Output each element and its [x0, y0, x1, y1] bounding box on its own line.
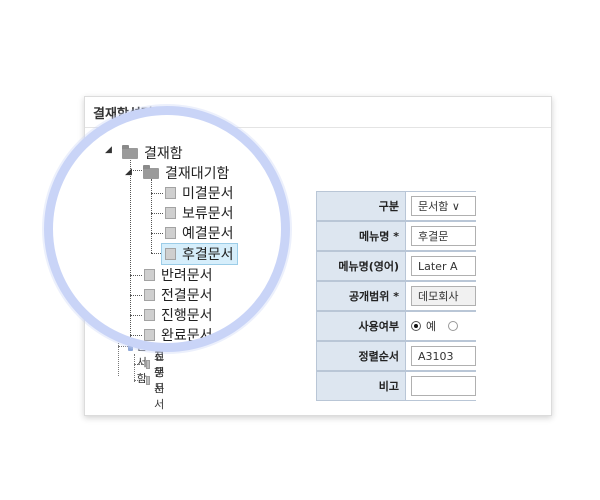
scope-input[interactable]: 데모회사 [411, 286, 476, 306]
document-icon [144, 269, 155, 281]
document-icon [144, 309, 155, 321]
document-icon [165, 227, 176, 239]
document-icon [144, 289, 155, 301]
tree-label: 보류문서 [182, 206, 234, 222]
tree-label: 완료문서 [161, 328, 213, 344]
label-menu-name: 메뉴명 * [316, 221, 406, 251]
tree-label: 전결문서 [161, 288, 213, 304]
document-icon [144, 329, 155, 341]
document-icon [165, 207, 176, 219]
tree-label: 예결문서 [182, 226, 234, 242]
use-radio-group: 예 [411, 318, 463, 334]
tree-label: 미결문서 [182, 186, 234, 202]
tree-node-pre-approval[interactable]: 예결문서 [165, 223, 234, 243]
form-row-menu-name: 메뉴명 * 후결문 [316, 221, 476, 251]
menu-name-en-input[interactable]: Later A [411, 256, 476, 276]
use-no-radio[interactable] [448, 321, 459, 331]
label-note: 비고 [316, 371, 406, 401]
label-type: 구분 [316, 191, 406, 221]
tree-label: 후결문서 [182, 247, 234, 263]
tree-node-completed[interactable]: 완료문서 [144, 325, 213, 344]
sort-order-input[interactable]: A3103 [411, 346, 476, 366]
collapse-toggle-icon[interactable]: ◢ [125, 167, 132, 177]
document-icon [165, 248, 176, 260]
label-menu-name-en: 메뉴명(영어) [316, 251, 406, 281]
tree-label-waiting: 결재대기함 [165, 166, 230, 182]
collapse-toggle-icon[interactable]: ◢ [105, 145, 112, 155]
tree-node-hold[interactable]: 보류문서 [165, 203, 234, 223]
tree-label: 진행문서 [161, 308, 213, 324]
tree-node-delegated[interactable]: 전결문서 [144, 285, 213, 305]
tree-node-root[interactable]: 결재함 [122, 143, 183, 163]
tree-label: 진행문서 [154, 350, 165, 411]
tree-node-pending[interactable]: 미결문서 [165, 183, 234, 203]
tree-node-received-progress[interactable]: 진행문서 [146, 350, 168, 411]
document-icon [165, 187, 176, 199]
form-row-type: 구분 문서함 ∨ [316, 191, 476, 221]
use-yes-label: 예 [426, 320, 437, 333]
form-row-sort: 정렬순서 A3103 [316, 341, 476, 371]
form-row-menu-name-en: 메뉴명(영어) Later A [316, 251, 476, 281]
folder-open-icon [122, 144, 138, 159]
tree-node-in-progress[interactable]: 진행문서 [144, 305, 213, 325]
label-use: 사용여부 [316, 311, 406, 341]
note-input[interactable] [411, 376, 476, 396]
tree-label: 반려문서 [161, 268, 213, 284]
tree-node-waiting[interactable]: 결재대기함 [143, 163, 229, 183]
label-sort: 정렬순서 [316, 341, 406, 371]
use-yes-radio[interactable] [411, 321, 421, 331]
type-select[interactable]: 문서함 ∨ [411, 196, 476, 216]
form-row-use: 사용여부 예 [316, 311, 476, 341]
menu-name-input[interactable]: 후결문 [411, 226, 476, 246]
folder-open-icon [143, 164, 159, 179]
label-scope: 공개범위 * [316, 281, 406, 311]
document-icon [146, 359, 151, 369]
tree-node-rejected[interactable]: 반려문서 [144, 265, 213, 285]
form-row-note: 비고 [316, 371, 476, 401]
form-row-scope: 공개범위 * 데모회사 [316, 281, 476, 311]
magnifier-lens: ◢ ◢ 결재함 결재대기함 미결문서 보류문서 예결문서 후결문서 반려문서 전… [44, 106, 290, 352]
tree-node-post-approval-selected[interactable]: 후결문서 [161, 243, 238, 265]
tree-label-root: 결재함 [144, 146, 183, 162]
document-icon [146, 375, 151, 385]
